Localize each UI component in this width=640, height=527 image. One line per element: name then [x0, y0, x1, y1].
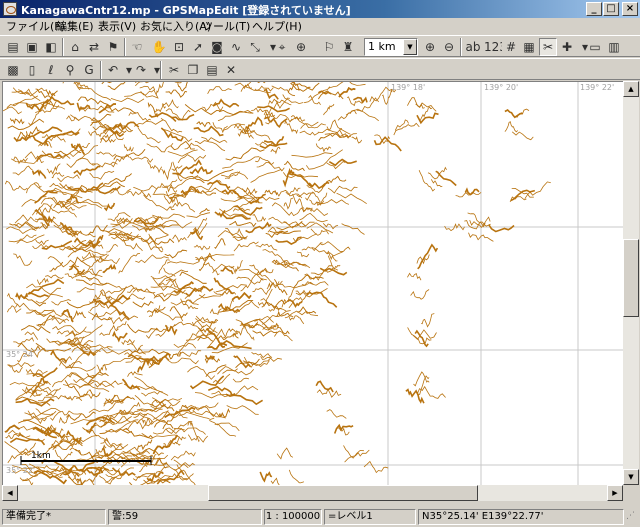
toolbar-separator [100, 61, 102, 79]
horizontal-scroll-thumb[interactable] [208, 485, 478, 501]
track-icon[interactable]: ℓ [42, 61, 60, 79]
add-point-icon[interactable]: ✚ [558, 38, 576, 56]
zoom-out-icon[interactable]: ⊖ [440, 38, 458, 56]
menu-view[interactable]: 表示(V) [94, 19, 140, 34]
maximize-button[interactable]: □ [603, 2, 619, 16]
google-icon[interactable]: G [80, 61, 98, 79]
scale-select-value: 1 km [368, 40, 396, 53]
copy-icon: ❐ [187, 63, 199, 77]
scroll-down-icon[interactable]: ▼ [623, 469, 639, 485]
status-scale: 1 : 100000 [264, 509, 322, 525]
secondary-toolbar: ▩ ▯ ℓ ⚲ G ↶ ▾ ↷ ▾ ✂ ❐ ▤ ✕ [0, 58, 640, 80]
latitude-label: 35° 22' [6, 466, 36, 475]
status-bar: 準備完了* 警:59 1 : 100000 =レベル1 N35°25.14' E… [0, 507, 640, 527]
minimize-button[interactable]: _ [586, 2, 602, 16]
scroll-right-icon[interactable]: ▶ [607, 485, 623, 501]
waypoint-icon[interactable]: ⚐ [320, 38, 338, 56]
edit-node-icon[interactable]: ⤡ [246, 38, 264, 56]
close-button[interactable]: × [622, 2, 638, 16]
toolbar-separator [124, 38, 126, 56]
fill-pattern-icon[interactable]: ▦ [520, 38, 538, 56]
open-folder-icon[interactable]: ▤ [4, 38, 22, 56]
latitude-label: 35° 24' [6, 350, 36, 359]
horizontal-scrollbar[interactable]: ◀ ▶ [2, 485, 623, 501]
scale-bar-label: 1km [31, 451, 51, 461]
waypoint-list-icon[interactable]: ⚲ [61, 61, 79, 79]
show-numbers-icon[interactable]: 123 [484, 38, 502, 56]
scale-select[interactable]: 1 km ▼ [364, 38, 418, 56]
map-canvas[interactable] [3, 82, 623, 485]
route-icon[interactable]: ⚑ [104, 38, 122, 56]
attach-tool-icon[interactable]: ✂ [539, 38, 557, 56]
scroll-left-icon[interactable]: ◀ [2, 485, 18, 501]
save-icon[interactable]: ▣ [23, 38, 41, 56]
longitude-label: 139° 22' [580, 83, 615, 92]
grid-icon[interactable]: # [502, 38, 520, 56]
longitude-label: 139° 20' [484, 83, 519, 92]
select-object-icon[interactable]: ◙ [208, 38, 226, 56]
resize-grip-icon[interactable]: ⋰ [626, 511, 638, 523]
cut-icon: ✂ [168, 63, 180, 77]
create-object-icon[interactable]: ⌖ [273, 38, 291, 56]
scroll-corner [623, 485, 639, 501]
status-level: =レベル1 [324, 509, 416, 525]
title-bar: KanagawaCntr12.mp - GPSMapEdit [登録されていませ… [0, 0, 640, 18]
menu-edit[interactable]: 編集(E) [52, 19, 98, 34]
menu-bar: ファイル(F) 編集(E) 表示(V) お気に入り(A) ツール(T) ヘルプ(… [0, 18, 640, 35]
zoom-in-icon[interactable]: ⊕ [421, 38, 439, 56]
toolbar-separator [460, 38, 462, 56]
menu-tools[interactable]: ツール(T) [198, 19, 254, 34]
layers-icon[interactable]: ▭ [586, 38, 604, 56]
status-ready: 準備完了* [2, 509, 106, 525]
app-icon [3, 2, 17, 16]
map-overview-icon[interactable]: ▩ [4, 61, 22, 79]
toolbar-separator [160, 61, 162, 79]
menu-help[interactable]: ヘルプ(H) [248, 19, 306, 34]
transfer-icon[interactable]: ⇄ [85, 38, 103, 56]
status-coordinates: N35°25.14' E139°22.77' [418, 509, 624, 525]
properties-icon[interactable]: ⌂ [66, 38, 84, 56]
chevron-down-icon[interactable]: ▼ [403, 39, 417, 55]
window-title: KanagawaCntr12.mp - GPSMapEdit [登録されていませ… [21, 4, 351, 17]
zoom-rect-icon[interactable]: ⊡ [170, 38, 188, 56]
new-document-icon[interactable]: ▯ [23, 61, 41, 79]
scroll-up-icon[interactable]: ▲ [623, 81, 639, 97]
select-pointer-icon[interactable]: ➚ [189, 38, 207, 56]
status-warnings: 警:59 [108, 509, 262, 525]
toolbar-separator [62, 38, 64, 56]
gps-device-icon[interactable]: ▥ [605, 38, 623, 56]
edit-polyline-icon[interactable]: ∿ [227, 38, 245, 56]
longitude-label: 139° 18' [391, 83, 426, 92]
crosshair-icon[interactable]: ⊕ [292, 38, 310, 56]
main-toolbar: ▤ ▣ ◧ ⌂ ⇄ ⚑ ☜ ✋ ⊡ ➚ ◙ ∿ ⤡ ▾ ⌖ ⊕ ⚐ ♜ 1 km… [0, 35, 640, 57]
save-as-icon[interactable]: ◧ [42, 38, 60, 56]
vertical-scrollbar[interactable]: ▲ ▼ [623, 81, 639, 485]
label-tool-icon[interactable]: ♜ [339, 38, 357, 56]
dropdown-arrow-icon: ▾ [153, 63, 161, 77]
vertical-scroll-thumb[interactable] [623, 239, 639, 317]
delete-icon: ✕ [225, 63, 237, 77]
paste-icon: ▤ [206, 63, 218, 77]
hand-icon[interactable]: ☜ [128, 38, 146, 56]
pan-icon[interactable]: ✋ [150, 38, 168, 56]
show-labels-icon[interactable]: ab [464, 38, 482, 56]
map-view[interactable]: 139° 18' 139° 20' 139° 22' 35° 24' 35° 2… [2, 81, 623, 485]
